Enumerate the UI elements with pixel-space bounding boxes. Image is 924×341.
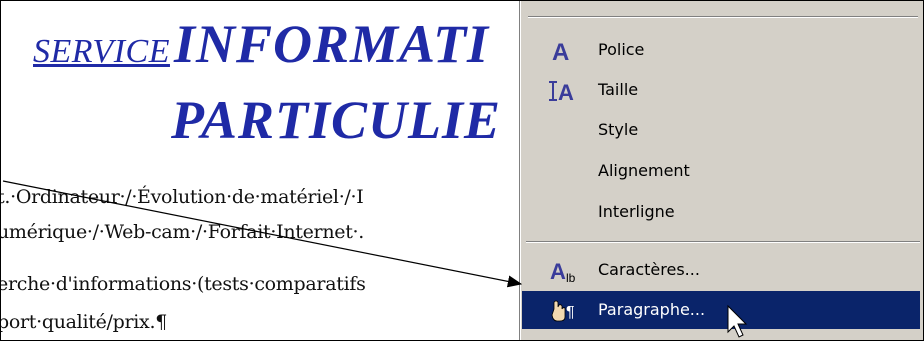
annotation-arrow bbox=[2, 180, 523, 288]
mouse-cursor-icon bbox=[727, 304, 748, 338]
screenshot-frame: SERVICE INFORMATI PARTICULIE t.·Ordinate… bbox=[0, 0, 924, 341]
annotation-overlay bbox=[2, 180, 748, 338]
